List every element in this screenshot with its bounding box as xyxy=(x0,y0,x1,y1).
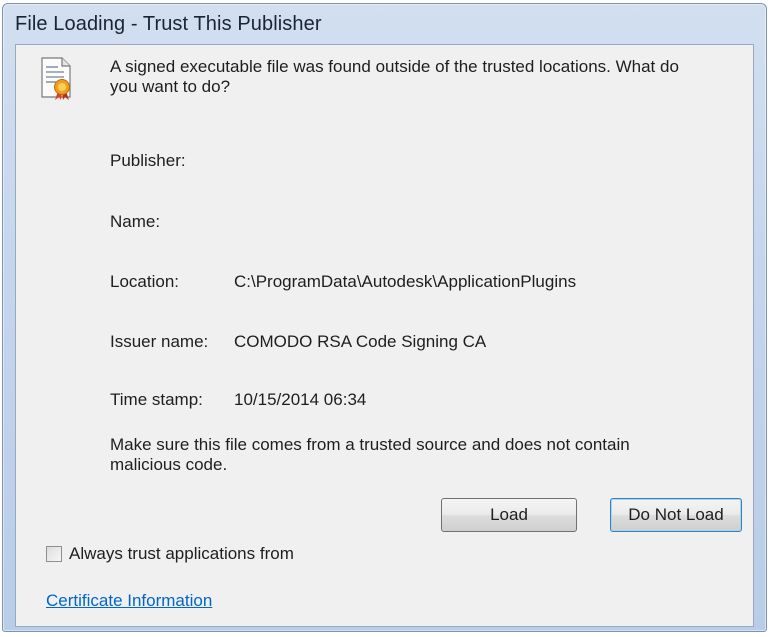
message-text: A signed executable file was found outsi… xyxy=(110,57,679,96)
dialog-window: File Loading - Trust This Publisher A si… xyxy=(2,3,767,632)
location-label: Location: xyxy=(110,272,179,291)
window-title: File Loading - Trust This Publisher xyxy=(15,13,322,35)
always-trust-checkbox[interactable] xyxy=(46,546,62,562)
always-trust-option[interactable]: Always trust applications from xyxy=(46,543,294,565)
certificate-information-link[interactable]: Certificate Information xyxy=(46,591,212,611)
issuer-name-label: Issuer name: xyxy=(110,332,209,351)
signed-document-icon xyxy=(40,57,76,101)
location-value: C:\ProgramData\Autodesk\ApplicationPlugi… xyxy=(234,272,577,291)
title-bar[interactable]: File Loading - Trust This Publisher xyxy=(3,4,766,44)
load-button[interactable]: Load xyxy=(441,498,577,532)
issuer-name-value: COMODO RSA Code Signing CA xyxy=(234,332,487,351)
time-stamp-value: 10/15/2014 06:34 xyxy=(234,390,367,409)
warning-text: Make sure this file comes from a trusted… xyxy=(110,435,630,474)
publisher-label: Publisher: xyxy=(110,151,186,170)
dialog-body: A signed executable file was found outsi… xyxy=(15,44,754,627)
time-stamp-label: Time stamp: xyxy=(110,390,203,409)
name-label: Name: xyxy=(110,212,161,231)
always-trust-label[interactable]: Always trust applications from xyxy=(69,544,294,564)
do-not-load-button[interactable]: Do Not Load xyxy=(610,498,742,532)
